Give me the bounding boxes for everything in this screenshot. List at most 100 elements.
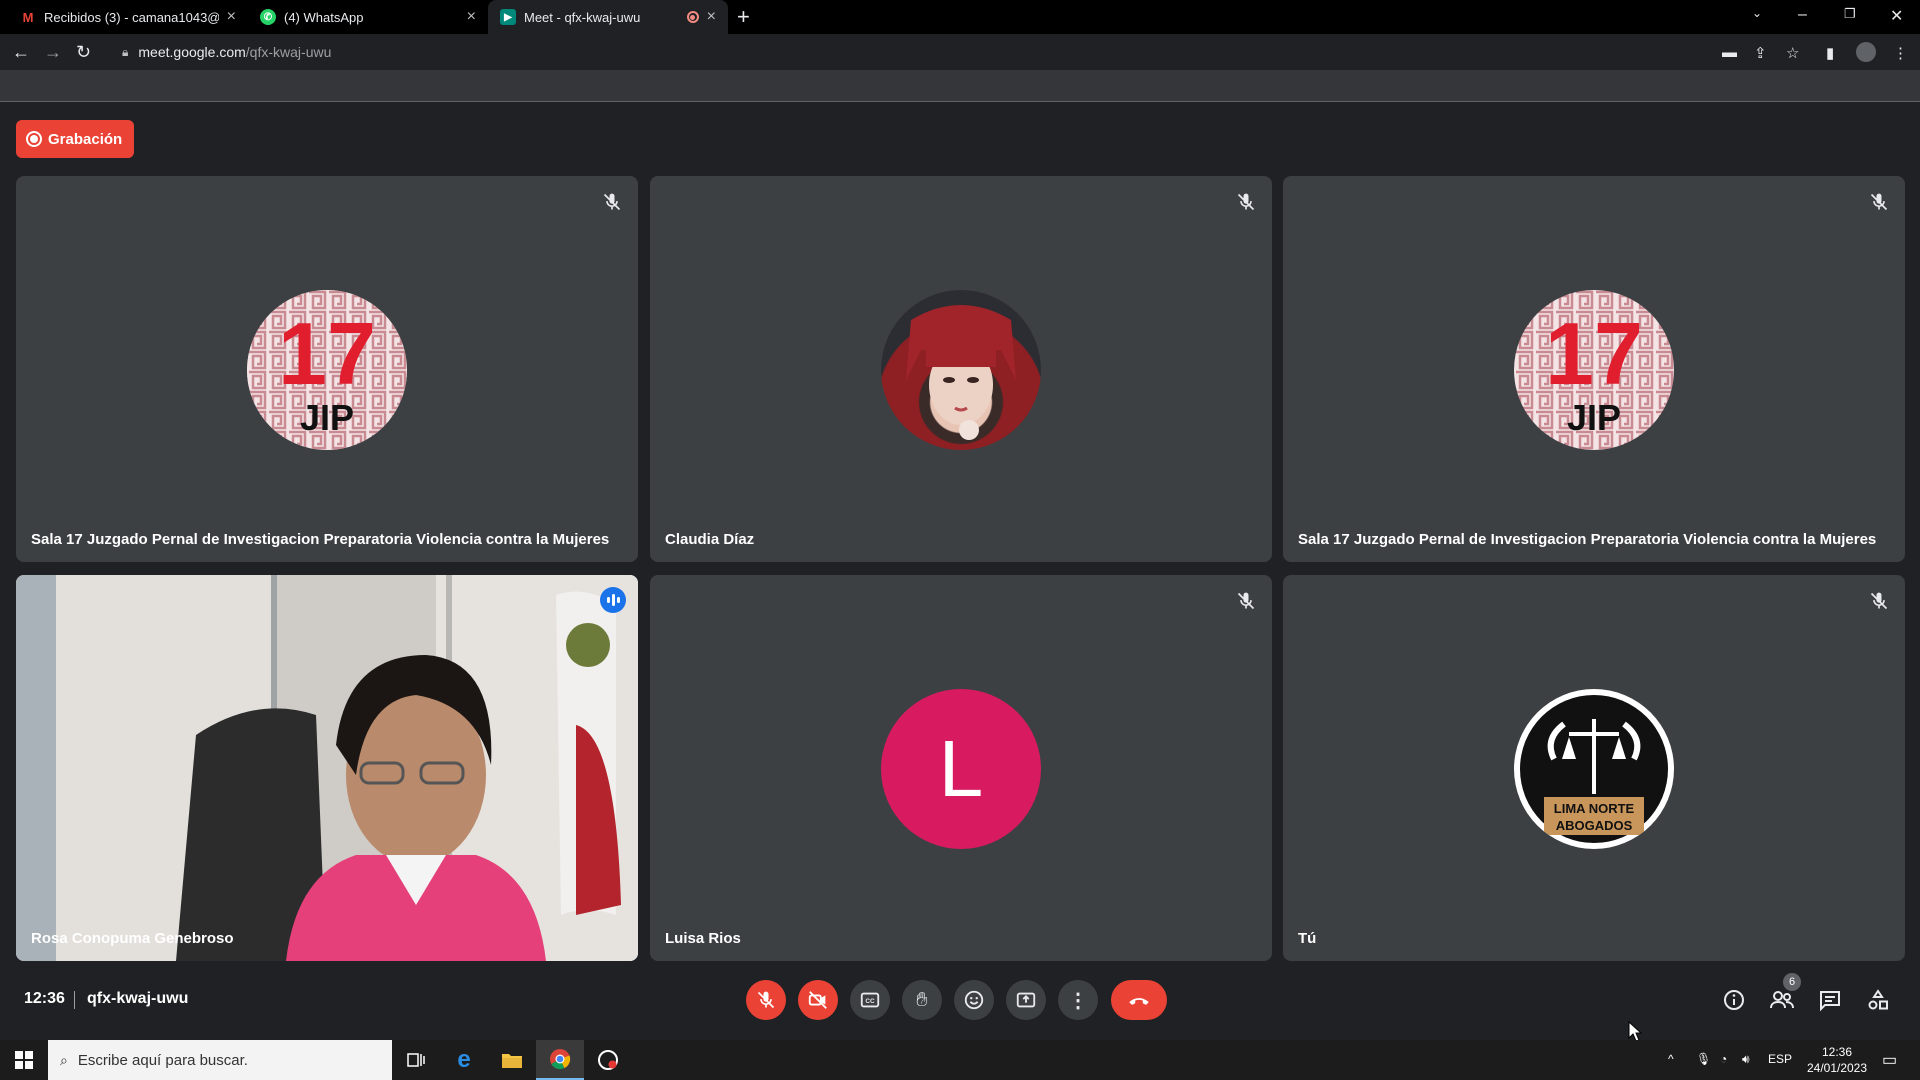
hand-icon: ✋︎ [916, 988, 928, 1011]
mic-off-icon [757, 991, 775, 1009]
more-options-button[interactable]: ⋮ [1058, 980, 1098, 1020]
language-indicator[interactable]: ESP [1768, 1052, 1792, 1066]
participant-tile[interactable]: 17 JIP Sala 17 Juzgado Pernal de Investi… [1283, 176, 1905, 562]
taskbar-time: 12:36 [1821, 1045, 1853, 1059]
info-bar [0, 70, 1920, 102]
participant-name: Tú [1298, 930, 1317, 947]
participant-name: Claudia Díaz [665, 531, 755, 548]
minimize-icon[interactable]: – [1798, 6, 1807, 24]
side-panel-icon[interactable]: ▮ [1826, 44, 1834, 62]
hang-up-icon [1129, 998, 1149, 1005]
shapes-icon [1868, 989, 1888, 1010]
back-arrow-icon[interactable]: ← [12, 42, 30, 63]
tab-meet[interactable]: ▶ Meet - qfx-kwaj-uwu × [488, 0, 728, 34]
file-explorer-app[interactable] [488, 1040, 536, 1080]
participant-tile-speaking[interactable]: Rosa Conopuma Genebroso [16, 575, 638, 961]
network-icon[interactable]: ◔ [1720, 1052, 1727, 1066]
divider [74, 991, 75, 1009]
recorder-icon [598, 1050, 618, 1070]
share-icon[interactable]: ⇪ [1754, 44, 1767, 62]
restore-icon[interactable]: ❐ [1844, 6, 1856, 22]
screen-recorder-app[interactable] [584, 1040, 632, 1080]
mic-off-icon [603, 193, 621, 211]
svg-text:CC: CC [865, 998, 875, 1005]
present-screen-icon [1016, 992, 1036, 1008]
lima-norte-logo-avatar: LIMA NORTE ABOGADOS [1514, 689, 1674, 849]
recording-indicator-icon [686, 11, 699, 23]
participant-name: Sala 17 Juzgado Pernal de Investigacion … [1298, 531, 1877, 548]
chrome-app[interactable] [536, 1040, 584, 1080]
edge-app[interactable]: e [440, 1040, 488, 1080]
reactions-button[interactable] [954, 980, 994, 1020]
browser-tab-strip: M Recibidos (3) - camana1043@gm × ✆ (4) … [0, 0, 1920, 34]
close-icon[interactable]: × [707, 8, 716, 26]
toggle-mic-button[interactable] [746, 980, 786, 1020]
gmail-icon: M [22, 9, 34, 25]
camera-off-icon [808, 991, 827, 1009]
participant-tile[interactable]: 17 JIP Sala 17 Juzgado Pernal de Investi… [16, 176, 638, 562]
emoji-icon [964, 990, 984, 1010]
activities-button[interactable] [1864, 986, 1892, 1014]
meeting-details-button[interactable] [1720, 986, 1748, 1014]
tab-search-icon[interactable]: ⌄ [1752, 6, 1762, 20]
tab-whatsapp[interactable]: ✆ (4) WhatsApp × [248, 0, 488, 34]
browser-toolbar: ← → ↻ 🔒︎ meet.google.com/qfx-kwaj-uwu ▬ … [0, 34, 1920, 70]
more-vert-icon[interactable]: ⋮ [1893, 44, 1908, 62]
participant-name: Sala 17 Juzgado Pernal de Investigacion … [31, 531, 610, 548]
toggle-camera-button[interactable] [798, 980, 838, 1020]
participant-tile[interactable]: Claudia Díaz [650, 176, 1272, 562]
volume-icon[interactable]: 🔊︎ [1742, 1052, 1750, 1067]
chat-button[interactable] [1816, 986, 1844, 1014]
close-icon[interactable]: × [467, 8, 476, 26]
close-icon[interactable]: × [227, 8, 236, 26]
taskbar-date: 24/01/2023 [1806, 1061, 1868, 1075]
address-bar[interactable]: 🔒︎ meet.google.com/qfx-kwaj-uwu [110, 38, 1710, 66]
bookmark-star-icon[interactable]: ☆ [1786, 44, 1799, 62]
info-icon [1724, 990, 1744, 1010]
logo-letters: JIP [1567, 397, 1621, 438]
search-placeholder: Escribe aquí para buscar. [77, 1051, 248, 1069]
more-vert-icon: ⋮ [1068, 989, 1088, 1012]
camera-in-use-icon[interactable]: ▬ [1722, 44, 1737, 61]
lock-icon: 🔒︎ [122, 44, 129, 59]
logo-letters: JIP [300, 397, 354, 438]
raise-hand-button[interactable]: ✋︎ [902, 980, 942, 1020]
microphone-icon[interactable]: 🎙︎ [1696, 1052, 1711, 1066]
new-tab-button[interactable]: + [737, 4, 750, 30]
participant-name: Luisa Rios [665, 930, 741, 947]
search-icon: ⌕ [60, 1051, 68, 1068]
recording-badge[interactable]: Grabación [16, 120, 135, 158]
present-screen-button[interactable] [1006, 980, 1046, 1020]
tab-title: Recibidos (3) - camana1043@gm [44, 9, 219, 25]
letter-avatar: L [881, 689, 1041, 849]
logo-line-2: ABOGADOS [1556, 818, 1633, 833]
windows-logo-icon [15, 1051, 33, 1069]
reload-icon[interactable]: ↻ [76, 42, 91, 63]
meet-icon: ▶ [500, 9, 516, 25]
tab-gmail[interactable]: M Recibidos (3) - camana1043@gm × [8, 0, 248, 34]
whatsapp-icon: ✆ [260, 9, 276, 25]
recording-label: Grabación [48, 130, 123, 148]
captions-button[interactable]: CC [850, 980, 890, 1020]
tray-expand-icon[interactable]: ^ [1668, 1052, 1674, 1066]
url-path: /qfx-kwaj-uwu [245, 44, 332, 60]
participant-tile-self[interactable]: LIMA NORTE ABOGADOS Tú [1283, 575, 1905, 961]
start-button[interactable] [0, 1040, 48, 1080]
profile-avatar-icon[interactable] [1856, 42, 1876, 62]
url-host: meet.google.com [138, 44, 246, 60]
camera-video-feed [16, 575, 638, 961]
taskbar-clock[interactable]: 12:36 24/01/2023 [1802, 1044, 1872, 1076]
taskbar-search-box[interactable]: ⌕ Escribe aquí para buscar. [48, 1040, 392, 1080]
mic-off-icon [1237, 193, 1255, 211]
window-close-icon[interactable]: ✕ [1890, 6, 1903, 26]
logo-line-1: LIMA NORTE [1554, 801, 1635, 816]
forward-arrow-icon[interactable]: → [44, 42, 62, 63]
record-icon [26, 131, 42, 147]
leave-call-button[interactable] [1111, 980, 1167, 1020]
participant-tile[interactable]: L Luisa Rios [650, 575, 1272, 961]
chat-icon [1820, 991, 1840, 1012]
17-jip-logo-avatar: 17 JIP [247, 290, 407, 450]
notifications-icon[interactable]: ▭ [1882, 1050, 1897, 1070]
task-view-button[interactable] [392, 1040, 440, 1080]
people-icon [1770, 991, 1794, 1009]
